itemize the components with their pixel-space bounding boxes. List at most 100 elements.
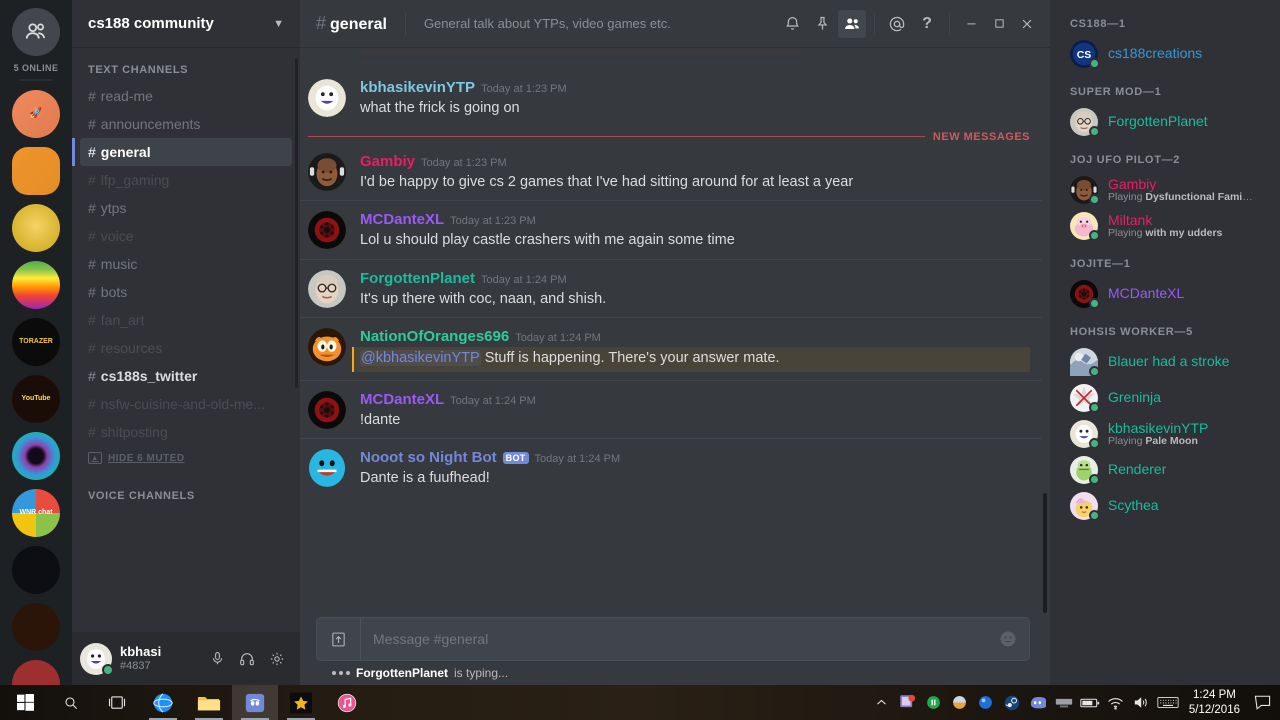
server-icon-youtube-poop-server[interactable]: YouTube [12,375,60,423]
member-item[interactable]: CS cs188creations [1050,36,1280,72]
message-author[interactable]: MCDanteXL [360,211,444,228]
help-button[interactable]: ? [913,10,941,38]
channel-item-read-me[interactable]: # read-me [80,82,292,110]
user-mention[interactable]: @kbhasikevinYTP [360,350,481,367]
avatar[interactable] [308,328,346,367]
server-icon-eye-server[interactable] [12,432,60,480]
channel-item-lfp_gaming[interactable]: # lfp_gaming [80,166,292,194]
avatar[interactable] [308,211,346,250]
channel-item-shitposting[interactable]: # shitposting [80,418,292,446]
star-app-taskbar-button[interactable] [278,685,324,720]
typing-user: ForgottenPlanet [356,666,448,680]
avatar[interactable] [308,449,346,488]
avatar[interactable] [308,152,346,191]
volume-button[interactable] [1129,685,1155,720]
message-author[interactable]: Gambiy [360,153,415,170]
message-author[interactable]: Nooot so Night Bot [360,449,497,466]
itunes-taskbar-button[interactable] [324,685,370,720]
mute-button[interactable] [202,644,232,674]
avatar[interactable] [308,79,346,117]
member-item[interactable]: MCDanteXL [1050,276,1280,312]
channel-item-resources[interactable]: # resources [80,334,292,362]
home-button[interactable] [12,8,60,56]
server-icon-torazer-server[interactable]: TORAZER [12,318,60,366]
discord-taskbar-button[interactable] [232,685,278,720]
channel-item-voice[interactable]: # voice [80,222,292,250]
upload-button[interactable] [317,618,361,660]
member-item[interactable]: Miltank Playing with my udders [1050,208,1280,244]
channel-header: # general General talk about YTPs, video… [300,0,1050,48]
chevron-up-icon [877,699,887,705]
member-item[interactable]: Greninja [1050,380,1280,416]
channel-item-music[interactable]: # music [80,250,292,278]
channel-item-bots[interactable]: # bots [80,278,292,306]
message-author[interactable]: ForgottenPlanet [360,270,475,287]
action-center-button[interactable] [1248,685,1276,720]
orange-circle-tray-button[interactable] [947,685,973,720]
member-item[interactable]: kbhasikevinYTP Playing Pale Moon [1050,416,1280,452]
message-author[interactable]: kbhasikevinYTP [360,79,475,96]
avatar[interactable] [80,642,114,676]
maximize-button[interactable] [986,10,1012,38]
task-view-button[interactable] [94,685,140,720]
channel-item-nsfw-cuisine-and-old-me...[interactable]: # nsfw-cuisine-and-old-me... [80,390,292,418]
server-icon-rocket-server[interactable]: 🚀 [12,90,60,138]
grey-bar-tray-button[interactable] [1051,685,1077,720]
server-icon-santa-pony-server[interactable] [12,546,60,594]
close-button[interactable] [1014,10,1040,38]
message-composer[interactable]: Message #general [316,617,1030,661]
avatar[interactable] [308,390,346,429]
member-item[interactable]: Gambiy Playing Dysfunctional Famil... [1050,172,1280,208]
channel-scrollbar[interactable] [295,58,298,388]
emoji-button[interactable] [987,629,1029,649]
start-button[interactable] [2,685,48,720]
battery-button[interactable] [1077,685,1103,720]
deafen-button[interactable] [232,644,262,674]
channel-item-fan_art[interactable]: # fan_art [80,306,292,334]
internet-explorer-taskbar-button[interactable] [140,685,186,720]
file-explorer-taskbar-button[interactable] [186,685,232,720]
member-item[interactable]: Renderer [1050,452,1280,488]
member-item[interactable]: Scythea [1050,488,1280,524]
minimize-button[interactable] [958,10,984,38]
channel-item-announcements[interactable]: # announcements [80,110,292,138]
message-input[interactable]: Message #general [361,631,987,647]
server-icon-fireworks-server[interactable] [12,603,60,651]
message-author[interactable]: MCDanteXL [360,391,444,408]
server-icon-red-cap-guy-server[interactable] [12,660,60,685]
member-item[interactable]: Blauer had a stroke [1050,344,1280,380]
server-icon-apple-rainbow-server[interactable] [12,261,60,309]
hide-muted-toggle[interactable]: ▲ HIDE 6 MUTED [80,452,292,464]
user-settings-button[interactable] [262,644,292,674]
show-hidden-icons-button[interactable] [869,685,895,720]
notifications-bell-button[interactable] [778,10,806,38]
member-item[interactable]: ForgottenPlanet [1050,104,1280,140]
app-notification-tray-button[interactable] [895,685,921,720]
channel-item-ytps[interactable]: # ytps [80,194,292,222]
channel-item-general[interactable]: # general [72,138,292,166]
screen: 5 ONLINE 🚀 TORAZER YouTube WNR chat cs188 c… [0,0,1280,720]
member-list-toggle-button[interactable] [838,9,866,38]
green-circle-tray-button[interactable] [921,685,947,720]
message-author[interactable]: NationOfOranges696 [360,328,509,345]
server-icon-wnr-chat-server[interactable]: WNR chat [12,489,60,537]
discord-tray-button[interactable] [1025,685,1051,720]
steam-tray-button[interactable] [999,685,1025,720]
gear-icon [270,652,284,665]
channel-item-cs188s_twitter[interactable]: # cs188s_twitter [80,362,292,390]
taskbar-clock[interactable]: 1:24 PM 5/12/2016 [1181,688,1248,717]
message-list[interactable]: kbhasikevinYTP Today at 1:23 PM what the f… [300,48,1050,617]
keyboard-button[interactable] [1155,685,1181,720]
message-scrollbar[interactable] [1043,493,1047,613]
header-separator-2 [949,13,950,34]
pinned-messages-button[interactable] [808,10,836,38]
server-icon-face-server[interactable] [12,147,60,195]
blue-circle-tray-button[interactable] [973,685,999,720]
server-header-button[interactable]: cs188 community ▼ [72,0,300,48]
avatar[interactable] [308,269,346,308]
hash-icon: # [316,13,327,33]
search-button[interactable] [48,685,94,720]
server-icon-fist-server[interactable] [12,204,60,252]
mentions-button[interactable] [883,10,911,38]
wifi-button[interactable] [1103,685,1129,720]
